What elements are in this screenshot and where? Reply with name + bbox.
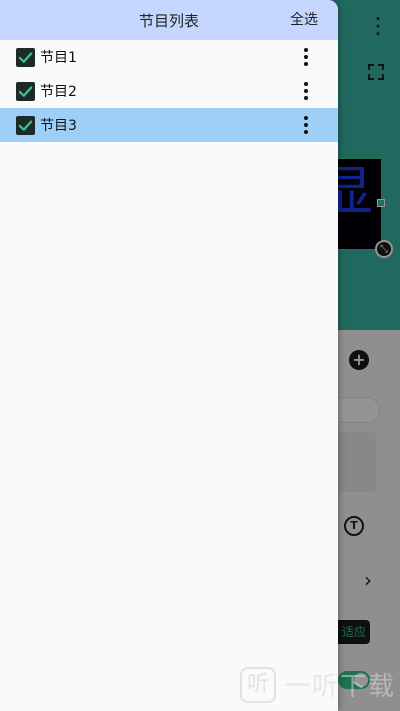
list-item-label: 节目3: [40, 118, 77, 134]
list-item-selected[interactable]: 节目3: [0, 108, 338, 142]
drawer-header: 节目列表 全选: [0, 0, 338, 40]
more-vert-icon[interactable]: [296, 115, 316, 135]
list-item-label: 节目2: [40, 84, 77, 100]
watermark-logo-icon: 听: [240, 666, 276, 703]
check-icon[interactable]: [16, 81, 35, 101]
check-icon[interactable]: [16, 115, 35, 135]
program-list-drawer: 节目列表 全选 节目1 节目2 节目3: [0, 0, 338, 711]
watermark: 听 一听下载: [240, 666, 396, 703]
drawer-title: 节目列表: [138, 11, 199, 30]
more-vert-icon[interactable]: [296, 81, 316, 101]
more-vert-icon[interactable]: [296, 47, 316, 67]
list-item[interactable]: 节目1: [0, 40, 338, 74]
select-all-button[interactable]: 全选: [290, 0, 318, 40]
list-item-label: 节目1: [40, 50, 77, 66]
list-item[interactable]: 节目2: [0, 74, 338, 108]
program-list: 节目1 节目2 节目3: [0, 40, 338, 142]
watermark-text: 一听下载: [284, 672, 397, 702]
check-icon[interactable]: [16, 47, 35, 67]
